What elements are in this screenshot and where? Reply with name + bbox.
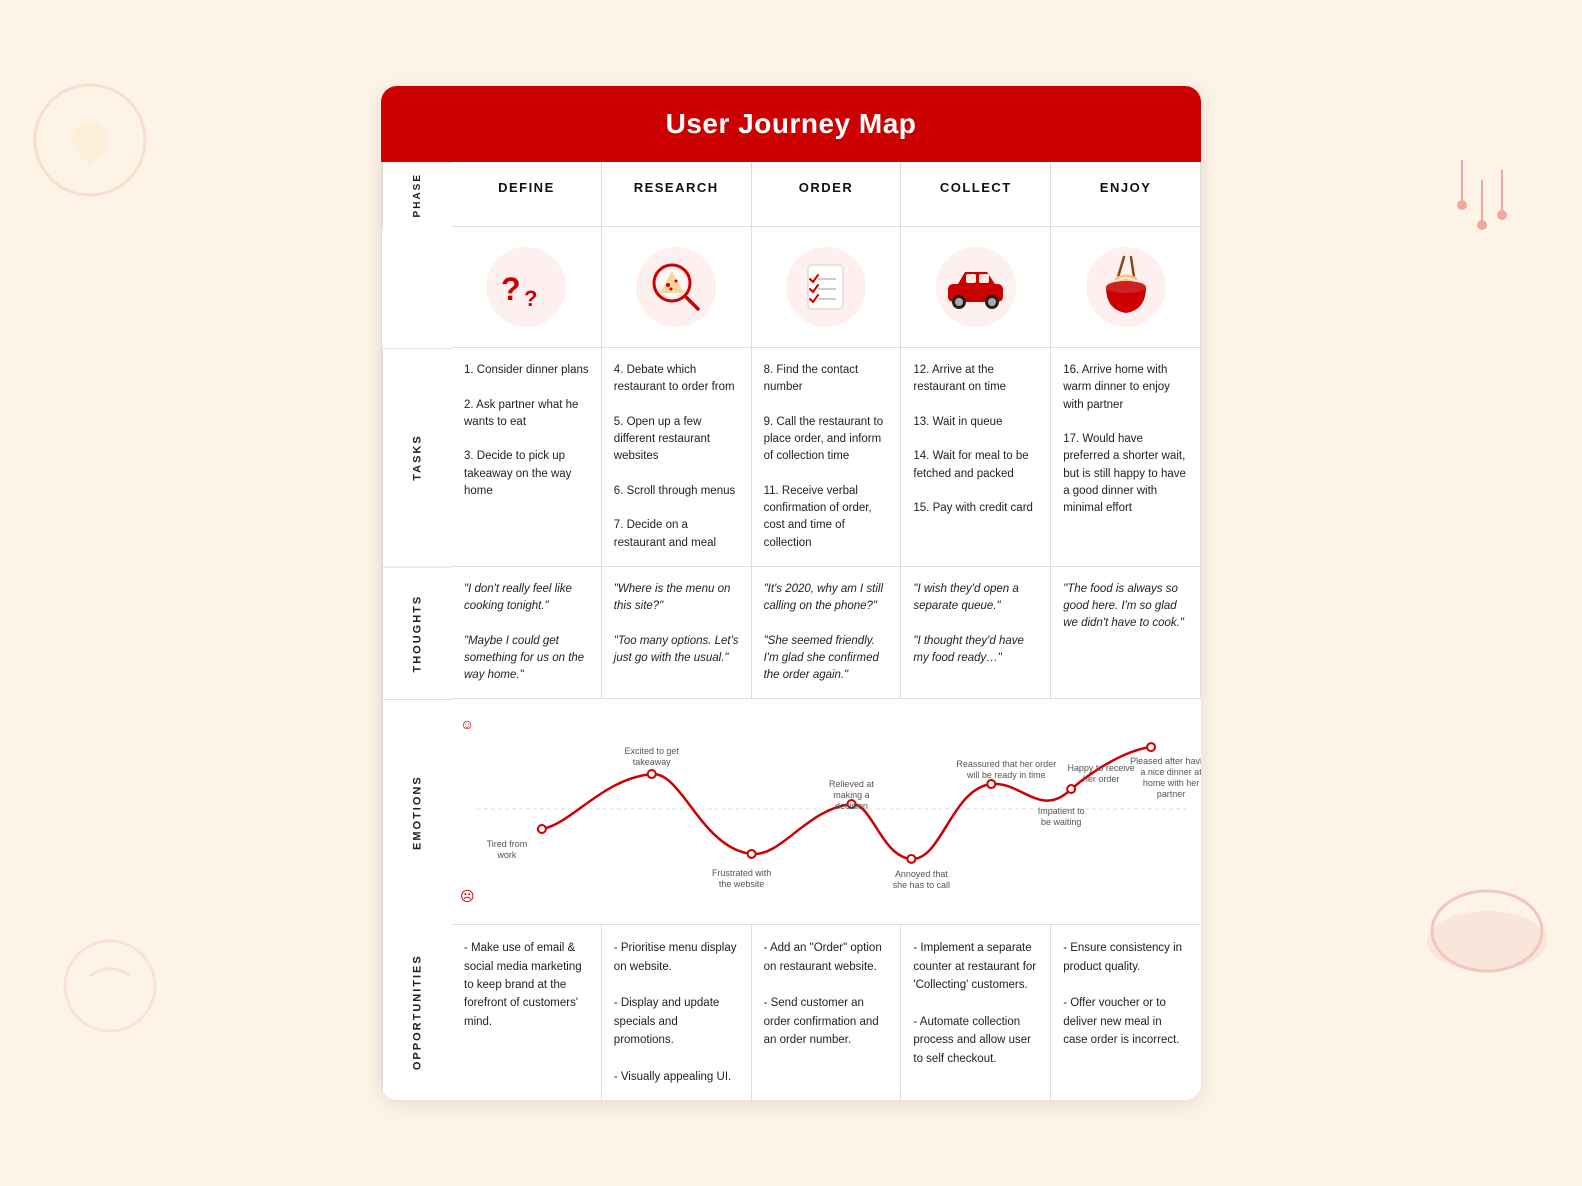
- tasks-label: TASKS: [382, 348, 452, 567]
- phase-define-icon: ? ?: [452, 227, 602, 348]
- svg-text:making a: making a: [833, 790, 869, 800]
- opps-research: - Prioritise menu display on website. - …: [602, 925, 752, 1100]
- svg-text:she has to call: she has to call: [893, 880, 950, 890]
- phase-research-icon: [602, 227, 752, 348]
- thoughts-enjoy: "The food is always so good here. I'm so…: [1051, 567, 1201, 700]
- svg-text:be waiting: be waiting: [1041, 817, 1081, 827]
- tasks-order: 8. Find the contact number 9. Call the r…: [752, 348, 902, 567]
- col-order: ORDER: [752, 162, 902, 227]
- svg-text:Reassured that her order: Reassured that her order: [956, 759, 1056, 769]
- phase-collect-icon: [901, 227, 1051, 348]
- svg-text:Happy to receive: Happy to receive: [1067, 763, 1134, 773]
- svg-text:Tired from: Tired from: [487, 839, 528, 849]
- col-enjoy: ENJOY: [1051, 162, 1201, 227]
- map-title: User Journey Map: [421, 108, 1161, 140]
- svg-text:☹: ☹: [460, 888, 475, 904]
- svg-text:will be ready in time: will be ready in time: [966, 770, 1046, 780]
- phase-label: PHASE: [382, 162, 452, 227]
- map-header: User Journey Map: [381, 86, 1201, 162]
- tasks-enjoy: 16. Arrive home with warm dinner to enjo…: [1051, 348, 1201, 567]
- phase-enjoy-icon: [1051, 227, 1201, 348]
- journey-map-container: User Journey Map PHASE DEFINE RESEARCH O…: [381, 86, 1201, 1101]
- svg-text:work: work: [496, 850, 516, 860]
- opportunities-label: OPPORTUNITIES: [382, 925, 452, 1100]
- journey-table: PHASE DEFINE RESEARCH ORDER COLLECT ENJO…: [381, 162, 1201, 1101]
- thoughts-collect: "I wish they'd open a separate queue." "…: [901, 567, 1051, 700]
- opps-collect: - Implement a separate counter at restau…: [901, 925, 1051, 1100]
- svg-text:Excited to get: Excited to get: [625, 746, 680, 756]
- opps-define: - Make use of email & social media marke…: [452, 925, 602, 1100]
- tasks-collect: 12. Arrive at the restaurant on time 13.…: [901, 348, 1051, 567]
- svg-text:the website: the website: [719, 879, 764, 889]
- svg-text:home with her: home with her: [1143, 778, 1199, 788]
- svg-text:Impatient to: Impatient to: [1038, 806, 1085, 816]
- thoughts-label: THOUGHTS: [382, 567, 452, 700]
- svg-text:?: ?: [524, 286, 537, 311]
- thoughts-order: "It's 2020, why am I still calling on th…: [752, 567, 902, 700]
- opps-enjoy: - Ensure consistency in product quality.…: [1051, 925, 1201, 1100]
- svg-text:Frustrated with: Frustrated with: [712, 868, 771, 878]
- svg-text:☺: ☺: [460, 716, 474, 732]
- thoughts-research: "Where is the menu on this site?" "Too m…: [602, 567, 752, 700]
- col-research: RESEARCH: [602, 162, 752, 227]
- svg-text:takeaway: takeaway: [633, 757, 671, 767]
- emotions-chart: ☺ ☹ Tired from: [452, 699, 1201, 925]
- svg-text:Relieved at: Relieved at: [829, 779, 874, 789]
- thoughts-define: "I don't really feel like cooking tonigh…: [452, 567, 602, 700]
- col-define: DEFINE: [452, 162, 602, 227]
- col-collect: COLLECT: [901, 162, 1051, 227]
- svg-text:Annoyed that: Annoyed that: [895, 869, 948, 879]
- tasks-research: 4. Debate which restaurant to order from…: [602, 348, 752, 567]
- svg-text:Pleased after having: Pleased after having: [1130, 756, 1201, 766]
- opps-order: - Add an "Order" option on restaurant we…: [752, 925, 902, 1100]
- svg-text:decision: decision: [835, 801, 868, 811]
- svg-text:?: ?: [501, 271, 521, 307]
- emotions-label: EMOTIONS: [382, 699, 452, 925]
- svg-text:her order: her order: [1083, 774, 1119, 784]
- tasks-define: 1. Consider dinner plans 2. Ask partner …: [452, 348, 602, 567]
- phase-order-icon: [752, 227, 902, 348]
- svg-text:partner: partner: [1157, 789, 1185, 799]
- svg-text:a nice dinner at: a nice dinner at: [1140, 767, 1201, 777]
